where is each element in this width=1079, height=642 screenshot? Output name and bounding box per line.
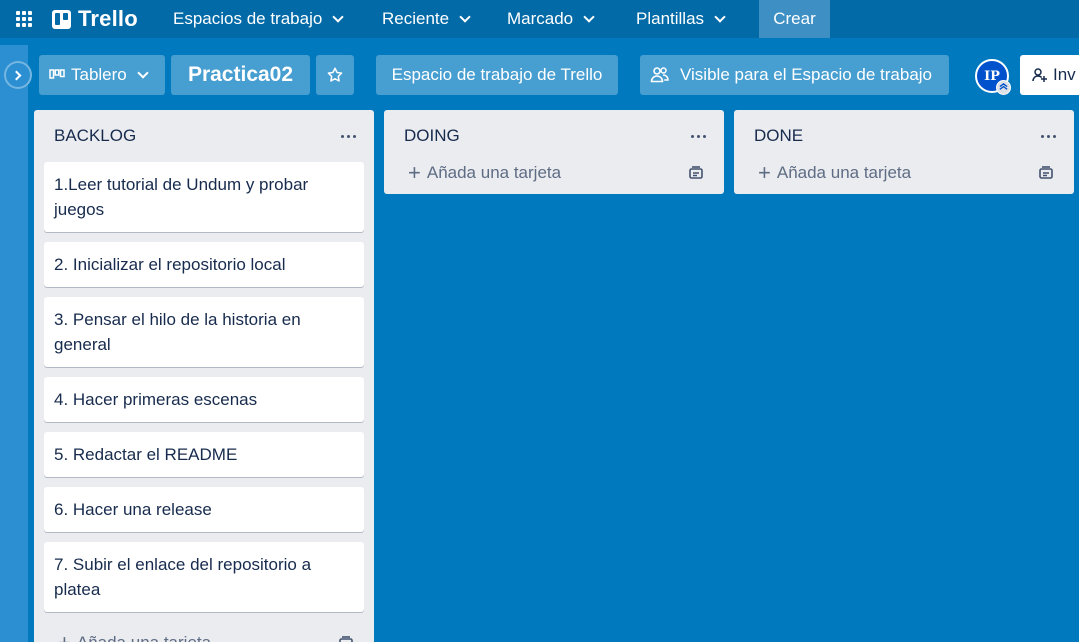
chevron-down-icon xyxy=(459,10,471,23)
workspace-label: Espacio de trabajo de Trello xyxy=(391,65,603,84)
star-board-button[interactable] xyxy=(316,55,354,95)
sidebar-collapsed xyxy=(0,45,28,642)
nav-recent-label: Reciente xyxy=(382,9,450,28)
list-doing: DOING + Añada una tarjeta xyxy=(384,110,724,194)
chevron-down-icon xyxy=(137,66,149,79)
board-view-label: Tablero xyxy=(71,65,127,84)
avatar[interactable]: IP xyxy=(975,59,1011,95)
add-person-icon xyxy=(1032,68,1047,82)
chevron-down-icon xyxy=(332,10,344,23)
list-title: BACKLOG xyxy=(54,126,137,145)
list-done: DONE + Añada una tarjeta xyxy=(734,110,1074,194)
board-view-switcher[interactable]: Tablero xyxy=(39,55,165,95)
board-view-icon xyxy=(49,69,65,79)
list-menu-icon[interactable] xyxy=(336,126,360,146)
visibility-label: Visible para el Espacio de trabajo xyxy=(680,65,933,84)
chevron-down-icon xyxy=(714,10,726,23)
list-title: DONE xyxy=(754,126,804,145)
plus-icon: + xyxy=(408,160,421,185)
trello-logo-icon xyxy=(52,9,71,29)
nav-workspaces-menu[interactable]: Espacios de trabajo xyxy=(165,4,350,34)
people-icon xyxy=(650,67,669,83)
nav-starred-menu[interactable]: Marcado xyxy=(499,4,601,34)
nav-workspaces-label: Espacios de trabajo xyxy=(173,9,323,28)
chevron-right-icon xyxy=(11,70,22,80)
card[interactable]: 1.Leer tutorial de Undum y probar juegos xyxy=(44,162,364,232)
star-icon xyxy=(327,67,343,82)
visibility-button[interactable]: Visible para el Espacio de trabajo xyxy=(640,55,949,95)
board-title[interactable]: Practica02 xyxy=(171,55,310,95)
list-menu-icon[interactable] xyxy=(686,126,710,146)
add-card-button[interactable]: + Añada una tarjeta xyxy=(384,152,724,194)
add-card-label: Añada una tarjeta xyxy=(77,633,211,642)
app-switcher-icon[interactable] xyxy=(10,5,38,33)
create-button[interactable]: Crear xyxy=(759,0,830,38)
card[interactable]: 5. Redactar el README xyxy=(44,432,364,477)
card-template-icon[interactable] xyxy=(1038,165,1054,181)
add-card-label: Añada una tarjeta xyxy=(776,163,912,182)
nav-templates-menu[interactable]: Plantillas xyxy=(628,4,732,34)
list-backlog: BACKLOG 1.Leer tutorial de Undum y proba… xyxy=(34,110,374,642)
plus-icon: + xyxy=(758,160,771,185)
list-header[interactable]: BACKLOG xyxy=(34,110,374,162)
plus-icon: + xyxy=(58,632,71,642)
add-card-button[interactable]: + Añada una tarjeta xyxy=(734,152,1074,194)
top-header: Trello Espacios de trabajo Reciente Marc… xyxy=(0,0,1079,38)
logo-text: Trello xyxy=(78,6,138,31)
add-card-button[interactable]: + Añada una tarjeta xyxy=(34,622,374,642)
chevron-down-icon xyxy=(583,10,595,23)
invite-button[interactable]: Inv xyxy=(1020,55,1079,95)
list-title: DOING xyxy=(404,126,460,145)
card[interactable]: 7. Subir el enlace del repositorio a pla… xyxy=(44,542,364,612)
nav-recent-menu[interactable]: Reciente xyxy=(374,4,477,34)
card[interactable]: 6. Hacer una release xyxy=(44,487,364,532)
workspace-button[interactable]: Espacio de trabajo de Trello xyxy=(376,55,618,95)
card[interactable]: 4. Hacer primeras escenas xyxy=(44,377,364,422)
card-template-icon[interactable] xyxy=(688,165,704,181)
card-container: 1.Leer tutorial de Undum y probar juegos… xyxy=(34,162,374,612)
nav-starred-label: Marcado xyxy=(507,9,574,28)
card-template-icon[interactable] xyxy=(338,635,354,642)
nav-templates-label: Plantillas xyxy=(636,9,705,28)
admin-badge-icon xyxy=(996,80,1011,95)
sidebar-expand-button[interactable] xyxy=(4,61,32,89)
card[interactable]: 3. Pensar el hilo de la historia en gene… xyxy=(44,297,364,367)
list-menu-icon[interactable] xyxy=(1036,126,1060,146)
invite-label: Inv xyxy=(1053,65,1076,84)
card[interactable]: 2. Inicializar el repositorio local xyxy=(44,242,364,287)
add-card-label: Añada una tarjeta xyxy=(426,163,562,182)
trello-logo[interactable]: Trello xyxy=(52,6,138,32)
